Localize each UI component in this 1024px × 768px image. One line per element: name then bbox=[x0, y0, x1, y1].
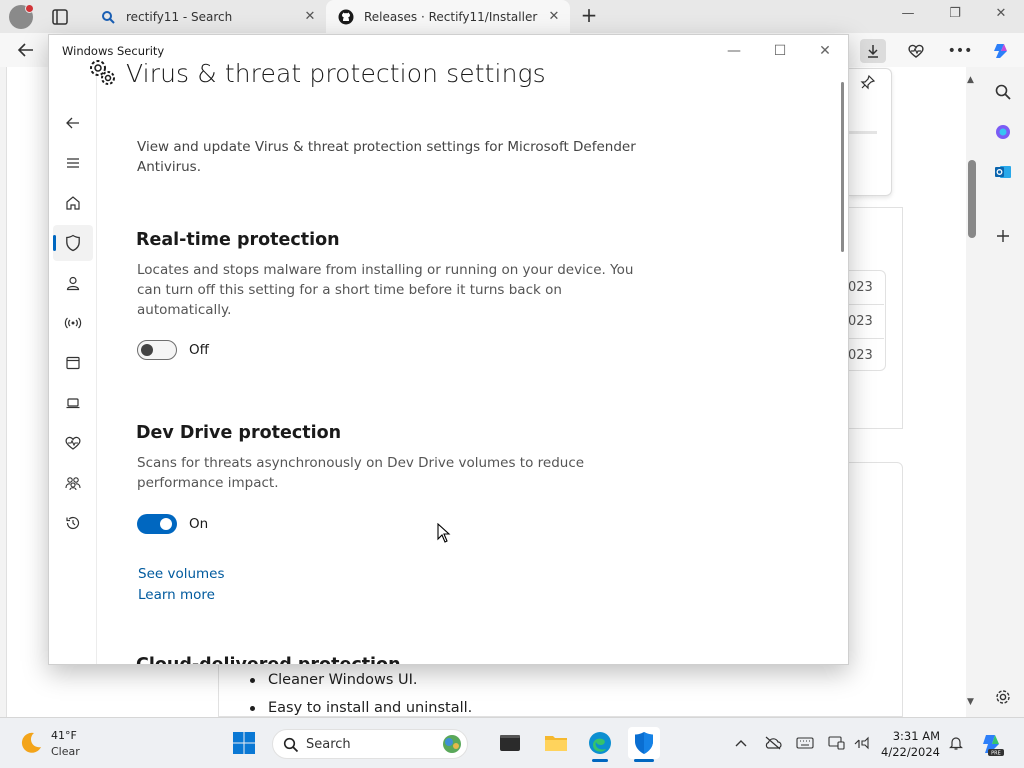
browser-essentials-icon[interactable] bbox=[903, 39, 929, 63]
list-item: Cleaner Windows UI. bbox=[248, 670, 472, 698]
copilot-pre-icon[interactable]: PRE bbox=[980, 731, 1006, 757]
scroll-down-arrow-icon[interactable]: ▼ bbox=[967, 697, 974, 707]
clock-date[interactable]: 4/22/2024 bbox=[868, 745, 940, 759]
tab-label: Releases · Rectify11/Installer bbox=[364, 9, 538, 24]
moon-icon[interactable] bbox=[18, 730, 44, 756]
more-options-icon[interactable]: ••• bbox=[947, 39, 973, 63]
security-active-indicator bbox=[634, 759, 654, 762]
scroll-up-arrow-icon[interactable]: ▲ bbox=[967, 75, 974, 85]
history-icon[interactable] bbox=[53, 505, 93, 541]
downloads-icon[interactable] bbox=[860, 39, 886, 63]
weather-temperature[interactable]: 41°F bbox=[51, 729, 77, 742]
weather-condition[interactable]: Clear bbox=[51, 745, 80, 758]
clock-time[interactable]: 3:31 AM bbox=[868, 729, 940, 743]
close-tab-button[interactable]: ✕ bbox=[300, 9, 320, 24]
toggle-knob bbox=[160, 518, 172, 530]
notification-bell-icon[interactable] bbox=[946, 733, 966, 753]
devdrive-protection-toggle[interactable] bbox=[137, 514, 177, 534]
page-scrollbar[interactable]: ▲ ▼ bbox=[963, 67, 983, 717]
tab-releases[interactable]: Releases · Rectify11/Installer ✕ bbox=[326, 0, 570, 33]
account-icon[interactable] bbox=[53, 265, 93, 301]
file-explorer-icon[interactable] bbox=[540, 727, 572, 759]
outlook-icon[interactable] bbox=[990, 159, 1016, 185]
mouse-cursor-icon bbox=[437, 522, 451, 543]
scroll-thumb[interactable] bbox=[968, 160, 976, 238]
windows-security-taskbar-icon[interactable] bbox=[628, 727, 660, 759]
realtime-protection-toggle[interactable] bbox=[137, 340, 177, 360]
window-title: Windows Security bbox=[62, 44, 165, 58]
maximize-icon[interactable]: ☐ bbox=[767, 40, 793, 62]
add-sidebar-app-icon[interactable] bbox=[990, 223, 1016, 249]
keyboard-icon[interactable] bbox=[795, 733, 815, 753]
search-highlight-icon bbox=[439, 733, 465, 759]
tab-search[interactable]: rectify11 - Search ✕ bbox=[88, 0, 326, 33]
terminal-icon[interactable] bbox=[494, 727, 526, 759]
sidebar-settings-icon[interactable] bbox=[990, 684, 1016, 710]
menu-icon[interactable] bbox=[53, 145, 93, 181]
browser-tab-bar: rectify11 - Search ✕ Releases · Rectify1… bbox=[0, 0, 1024, 33]
page-description: View and update Virus & threat protectio… bbox=[137, 139, 636, 175]
learn-more-link[interactable]: Learn more bbox=[138, 587, 215, 603]
date-cell: 023 bbox=[848, 304, 884, 337]
firewall-icon[interactable] bbox=[53, 305, 93, 341]
sidebar-search-icon[interactable] bbox=[990, 79, 1016, 105]
devdrive-protection-state: On bbox=[189, 516, 209, 532]
cloud-sync-icon[interactable] bbox=[763, 733, 783, 753]
gears-icon bbox=[88, 58, 118, 88]
github-icon bbox=[338, 9, 354, 25]
minimize-icon[interactable]: — bbox=[721, 40, 747, 62]
profile-avatar[interactable] bbox=[9, 4, 34, 29]
page-header: Virus & threat protection settings bbox=[88, 58, 546, 88]
chevron-up-icon[interactable] bbox=[731, 733, 751, 753]
copilot-icon[interactable] bbox=[989, 39, 1015, 63]
devdrive-protection-description: Scans for threats asynchronously on Dev … bbox=[137, 455, 585, 491]
close-window-icon[interactable]: ✕ bbox=[812, 40, 838, 62]
security-scrollbar[interactable] bbox=[841, 82, 844, 252]
close-tab-button[interactable]: ✕ bbox=[544, 9, 564, 24]
taskbar-search-label: Search bbox=[306, 737, 351, 752]
restore-icon[interactable]: ❐ bbox=[943, 6, 967, 26]
edge-running-indicator bbox=[592, 759, 608, 762]
pin-icon[interactable] bbox=[855, 70, 881, 94]
display-mirror-icon[interactable] bbox=[827, 733, 847, 753]
back-icon[interactable] bbox=[53, 105, 93, 141]
release-date-table: 023 023 023 bbox=[848, 270, 886, 371]
browser-back-button[interactable] bbox=[16, 40, 40, 62]
realtime-protection-heading: Real-time protection bbox=[136, 230, 340, 250]
device-security-icon[interactable] bbox=[53, 385, 93, 421]
toggle-knob bbox=[141, 344, 153, 356]
page-title: Virus & threat protection settings bbox=[126, 58, 546, 88]
shield-icon[interactable] bbox=[53, 225, 93, 261]
tab-actions-icon[interactable] bbox=[50, 7, 70, 27]
tab-label: rectify11 - Search bbox=[126, 9, 233, 24]
realtime-protection-description: Locates and stops malware from installin… bbox=[137, 262, 634, 318]
see-volumes-link[interactable]: See volumes bbox=[138, 566, 225, 582]
nav-rail bbox=[49, 67, 97, 664]
sidebar-copilot-app-icon[interactable] bbox=[990, 119, 1016, 145]
date-cell: 023 bbox=[848, 338, 884, 371]
taskbar-search[interactable]: Search bbox=[272, 729, 468, 759]
home-icon[interactable] bbox=[53, 185, 93, 221]
close-window-icon[interactable]: ✕ bbox=[989, 6, 1013, 26]
edge-icon[interactable] bbox=[584, 727, 616, 759]
flyout-progress-track bbox=[849, 131, 877, 134]
app-browser-icon[interactable] bbox=[53, 345, 93, 381]
new-tab-button[interactable]: + bbox=[578, 5, 600, 27]
settings-icon[interactable] bbox=[53, 657, 93, 664]
clip-area: Cloud-delivered protection bbox=[96, 652, 836, 664]
start-button[interactable] bbox=[228, 727, 260, 759]
devdrive-protection-heading: Dev Drive protection bbox=[136, 423, 342, 443]
search-icon bbox=[283, 737, 299, 757]
svg-text:PRE: PRE bbox=[991, 751, 1001, 757]
search-icon bbox=[100, 9, 116, 25]
family-icon[interactable] bbox=[53, 465, 93, 501]
date-cell: 023 bbox=[848, 280, 873, 295]
device-health-icon[interactable] bbox=[53, 425, 93, 461]
minimize-icon[interactable]: — bbox=[896, 6, 920, 26]
cloud-protection-heading: Cloud-delivered protection bbox=[136, 655, 401, 664]
realtime-protection-state: Off bbox=[189, 342, 209, 358]
